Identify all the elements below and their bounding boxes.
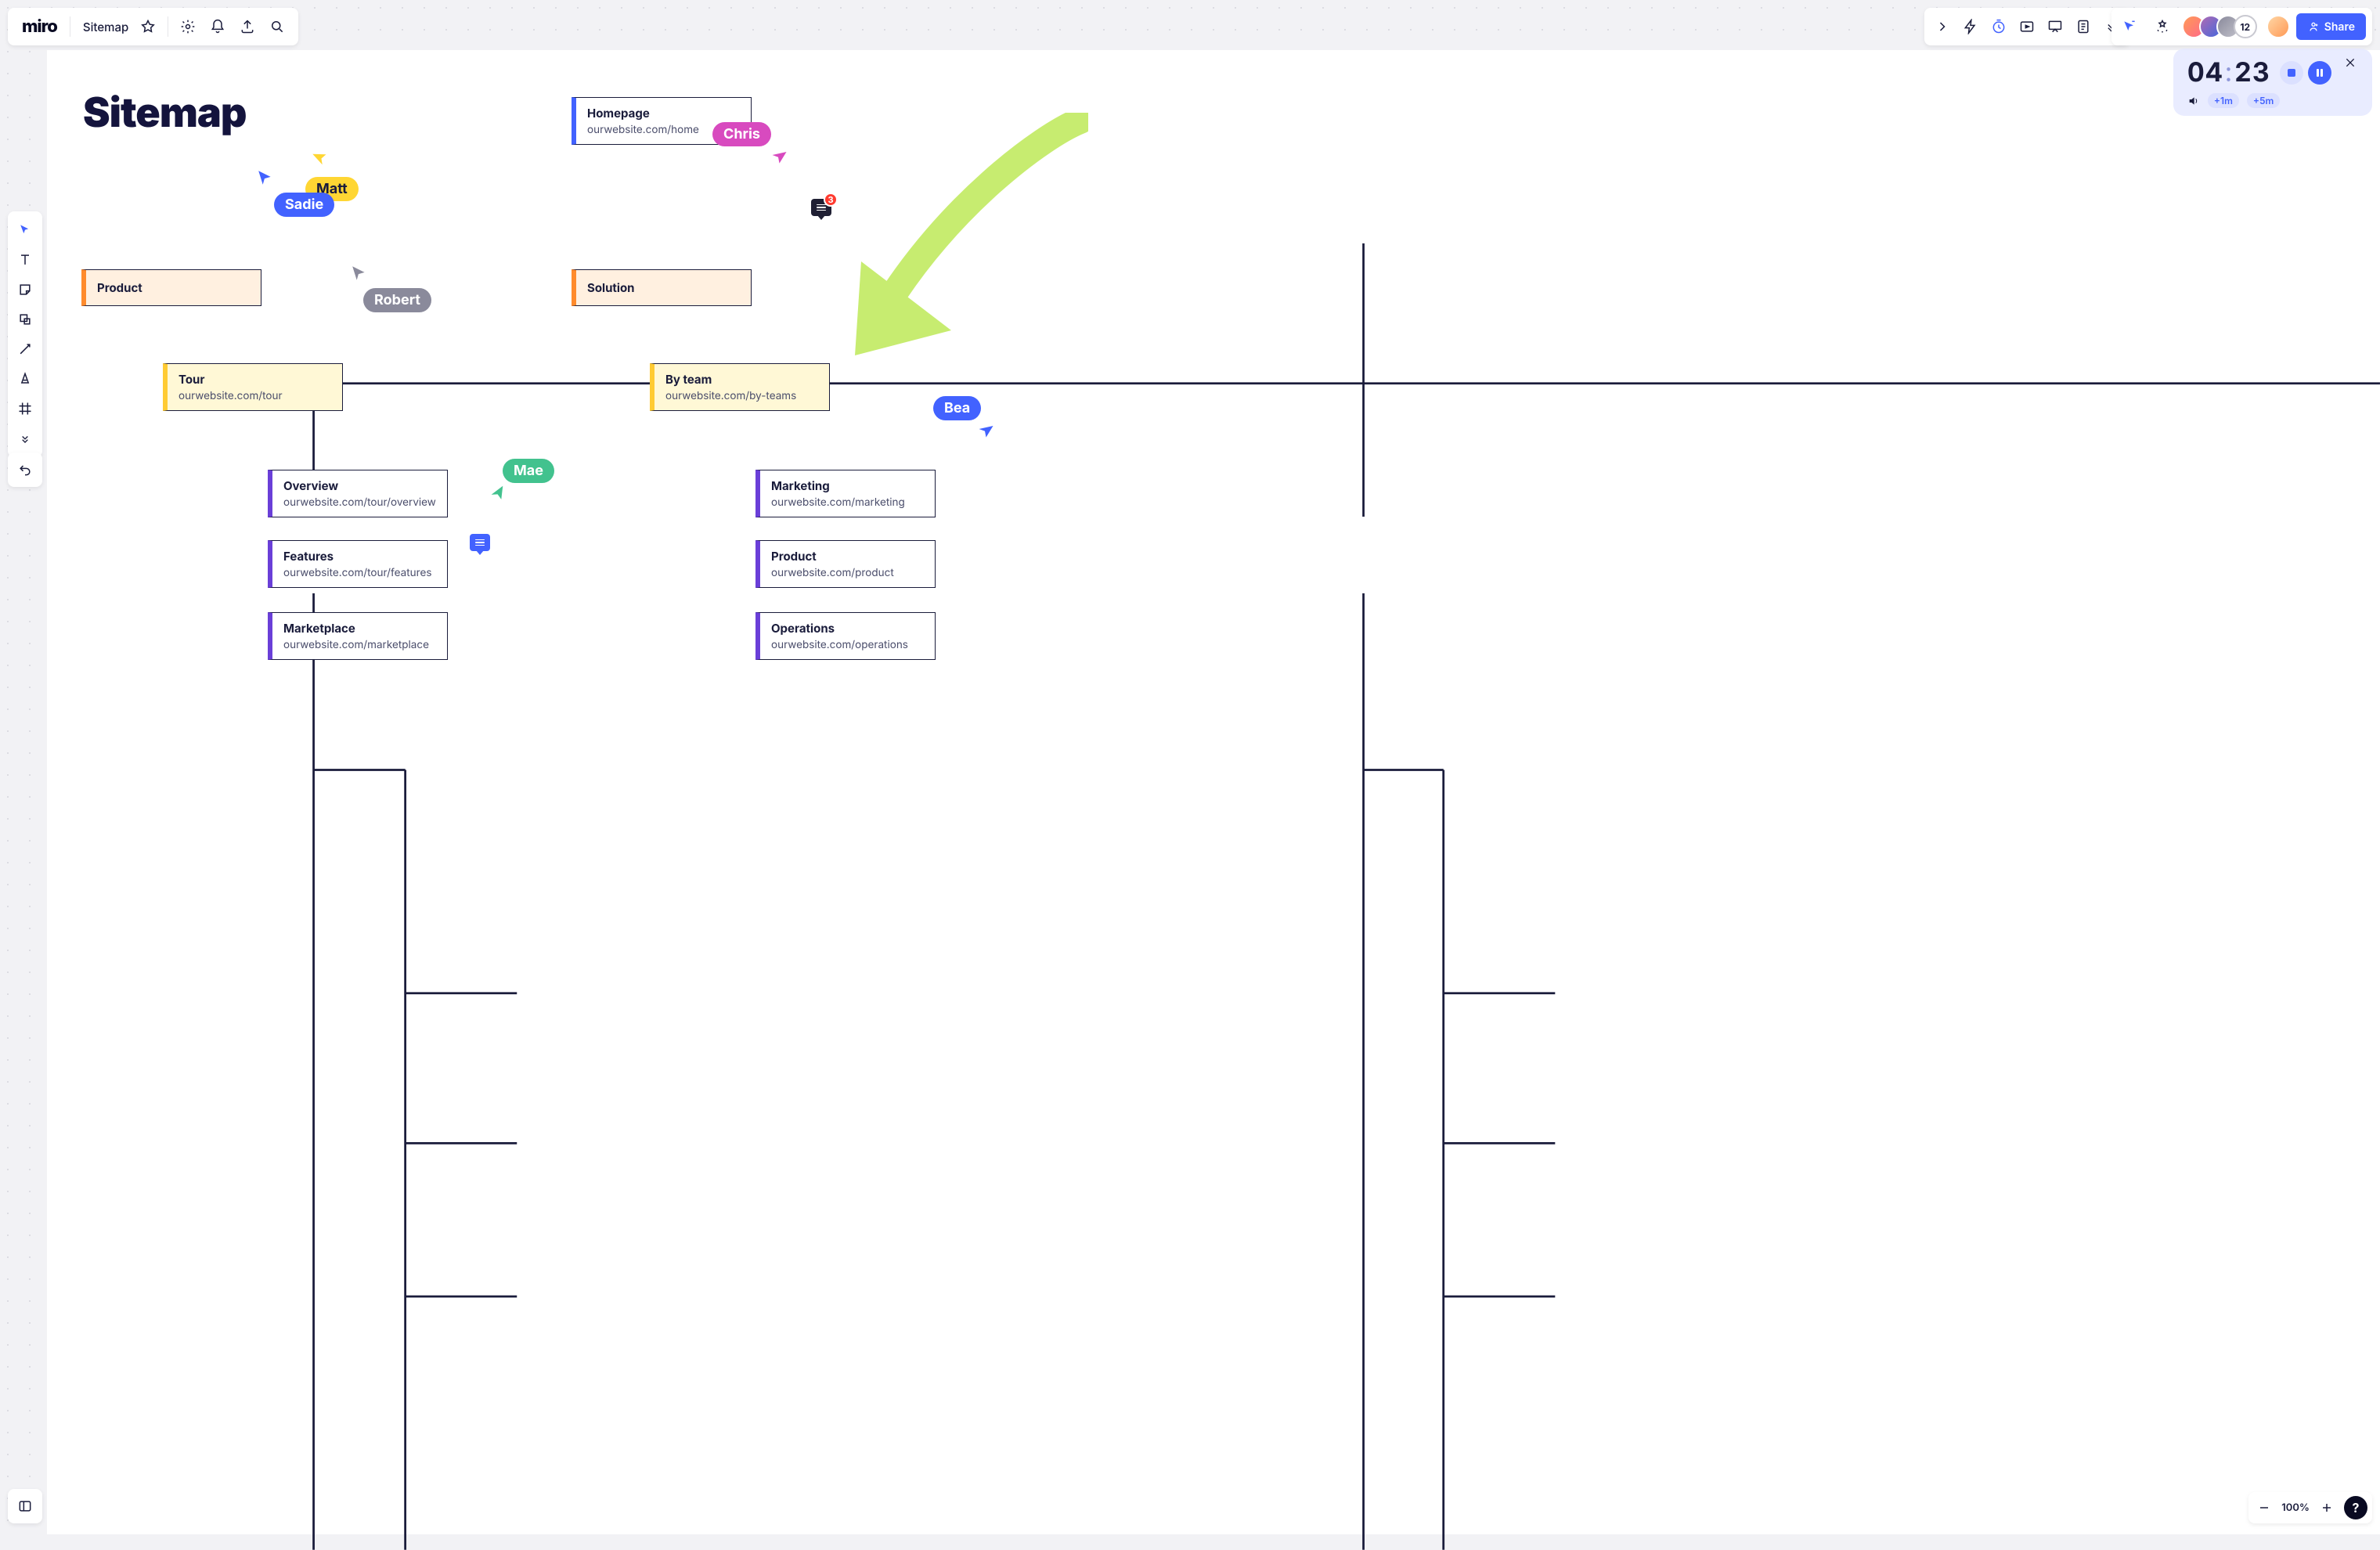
cursor-matt: Matt bbox=[282, 144, 335, 186]
card-title: Product bbox=[771, 549, 924, 564]
slides-icon[interactable] bbox=[2014, 13, 2040, 40]
card-title: Marketing bbox=[771, 478, 924, 493]
help-button[interactable]: ? bbox=[2344, 1496, 2367, 1519]
sitemap-connectors bbox=[47, 50, 2380, 1550]
cursor-label: Sadie bbox=[274, 193, 334, 217]
undo-button[interactable] bbox=[8, 452, 42, 487]
card-title: Tour bbox=[178, 372, 331, 387]
card-operations[interactable]: Operations ourwebsite.com/operations bbox=[755, 612, 936, 660]
zoom-in-button[interactable] bbox=[2316, 1497, 2338, 1519]
bell-icon[interactable] bbox=[204, 13, 231, 40]
timer-display: 04:23 bbox=[2187, 56, 2270, 88]
cursor-mae: Mae bbox=[485, 459, 537, 500]
comment-thread-blue[interactable] bbox=[470, 534, 490, 551]
share-label: Share bbox=[2324, 20, 2355, 34]
cursor-chris: Chris bbox=[712, 122, 771, 164]
card-marketplace[interactable]: Marketplace ourwebsite.com/marketplace bbox=[268, 612, 448, 660]
timer-panel: 04:23 +1m +5m bbox=[2173, 49, 2372, 116]
card-url: ourwebsite.com/by-teams bbox=[665, 390, 818, 402]
zoom-out-button[interactable] bbox=[2253, 1497, 2275, 1519]
board-surface[interactable]: Sitemap Homepage ourwebsite. bbox=[47, 50, 2380, 1534]
card-title: By team bbox=[665, 372, 818, 387]
shape-tool[interactable] bbox=[11, 305, 39, 333]
card-url: ourwebsite.com/product bbox=[771, 567, 924, 579]
timer-add-1m[interactable]: +1m bbox=[2208, 93, 2239, 108]
comment-thread-dark[interactable]: 3 bbox=[811, 199, 831, 216]
sticky-tool[interactable] bbox=[11, 276, 39, 304]
lightning-icon[interactable] bbox=[1957, 13, 1984, 40]
zoom-level[interactable]: 100% bbox=[2278, 1501, 2313, 1514]
cursor-label: Mae bbox=[503, 459, 554, 483]
card-title: Solution bbox=[587, 280, 740, 295]
card-url: ourwebsite.com/operations bbox=[771, 639, 924, 651]
cursor-label: Bea bbox=[933, 396, 981, 420]
timer-stop-button[interactable] bbox=[2280, 61, 2303, 85]
topbar-apps bbox=[1924, 8, 2129, 45]
collaborator-avatars[interactable]: 12 bbox=[2182, 15, 2257, 38]
card-url: ourwebsite.com/tour bbox=[178, 390, 331, 402]
card-title: Homepage bbox=[587, 106, 740, 121]
zoom-controls: 100% ? bbox=[2248, 1492, 2372, 1523]
card-marketing[interactable]: Marketing ourwebsite.com/marketing bbox=[755, 470, 936, 517]
more-tools-icon[interactable] bbox=[11, 424, 39, 452]
star-icon[interactable] bbox=[135, 13, 161, 40]
timer-add-5m[interactable]: +5m bbox=[2247, 93, 2280, 108]
card-title: Overview bbox=[283, 478, 436, 493]
volume-icon[interactable] bbox=[2187, 95, 2200, 107]
topbar-right: 12 Share bbox=[2111, 8, 2372, 45]
timer-minutes: 04 bbox=[2187, 56, 2223, 88]
board-heading: Sitemap bbox=[83, 88, 246, 137]
settings-icon[interactable] bbox=[175, 13, 201, 40]
presentation-icon[interactable] bbox=[2042, 13, 2068, 40]
card-product[interactable]: Product bbox=[81, 269, 261, 306]
avatar-overflow-count[interactable]: 12 bbox=[2234, 15, 2257, 38]
pen-tool[interactable] bbox=[11, 365, 39, 393]
topbar-left: miro Sitemap bbox=[8, 8, 298, 45]
card-title: Features bbox=[283, 549, 436, 564]
chevron-right-icon[interactable] bbox=[1929, 13, 1956, 40]
share-button[interactable]: Share bbox=[2296, 13, 2366, 40]
timer-seconds: 23 bbox=[2234, 56, 2270, 88]
drawn-arrow-icon bbox=[806, 113, 1088, 371]
card-url: ourwebsite.com/marketplace bbox=[283, 639, 436, 651]
line-tool[interactable] bbox=[11, 335, 39, 363]
timer-icon[interactable] bbox=[1985, 13, 2012, 40]
card-title: Product bbox=[97, 280, 250, 295]
left-toolbar bbox=[8, 211, 42, 457]
card-by-team[interactable]: By team ourwebsite.com/by-teams bbox=[650, 363, 830, 411]
frame-tool[interactable] bbox=[11, 395, 39, 423]
card-overview[interactable]: Overview ourwebsite.com/tour/overview bbox=[268, 470, 448, 517]
card-title: Marketplace bbox=[283, 621, 436, 636]
select-tool[interactable] bbox=[11, 216, 39, 244]
card-tour[interactable]: Tour ourwebsite.com/tour bbox=[163, 363, 343, 411]
panel-toggle-button[interactable] bbox=[8, 1489, 42, 1523]
cursor-bea: Bea bbox=[933, 396, 981, 438]
card-url: ourwebsite.com/marketing bbox=[771, 496, 924, 509]
app-logo[interactable]: miro bbox=[16, 16, 63, 37]
card-solution[interactable]: Solution bbox=[572, 269, 752, 306]
cursor-label: Robert bbox=[363, 288, 431, 312]
export-icon[interactable] bbox=[234, 13, 261, 40]
card-url: ourwebsite.com/tour/features bbox=[283, 567, 436, 579]
cursor-label: Chris bbox=[712, 122, 771, 146]
card-product-child[interactable]: Product ourwebsite.com/product bbox=[755, 540, 936, 588]
notes-icon[interactable] bbox=[2070, 13, 2097, 40]
reactions-icon[interactable] bbox=[2149, 13, 2176, 40]
board-name[interactable]: Sitemap bbox=[77, 20, 132, 34]
self-avatar[interactable] bbox=[2266, 15, 2290, 38]
timer-pause-button[interactable] bbox=[2308, 61, 2331, 85]
card-features[interactable]: Features ourwebsite.com/tour/features bbox=[268, 540, 448, 588]
comment-count-badge: 3 bbox=[824, 193, 838, 207]
cursor-robert: Robert bbox=[351, 265, 419, 306]
cursor-mode-icon[interactable] bbox=[2116, 13, 2143, 40]
timer-close-button[interactable] bbox=[2344, 56, 2361, 74]
text-tool[interactable] bbox=[11, 246, 39, 274]
card-title: Operations bbox=[771, 621, 924, 636]
canvas-background[interactable]: Sitemap Homepage ourwebsite. bbox=[0, 0, 2380, 1534]
search-icon[interactable] bbox=[264, 13, 290, 40]
card-url: ourwebsite.com/tour/overview bbox=[283, 496, 436, 509]
